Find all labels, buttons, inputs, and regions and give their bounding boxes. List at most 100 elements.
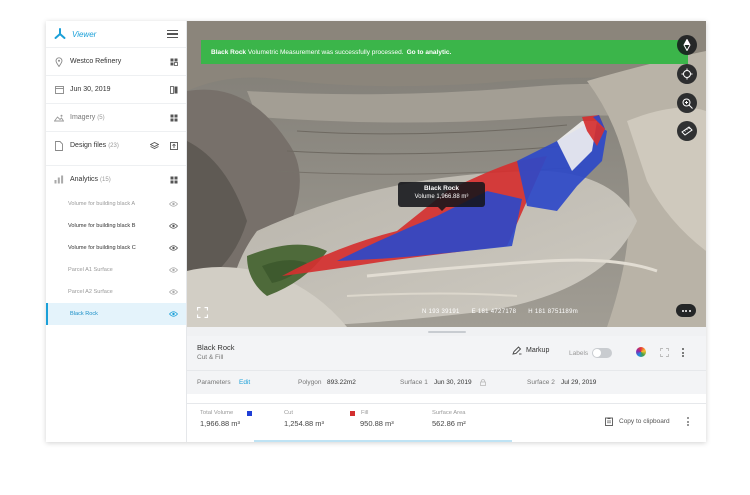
labels-toggle[interactable]: [592, 348, 613, 358]
stat-fill: Fill 950.88 m³: [350, 410, 394, 428]
pin-icon: [54, 56, 64, 67]
copy-to-clipboard-button[interactable]: Copy to clipboard: [605, 417, 670, 426]
eye-icon[interactable]: [169, 223, 178, 229]
stat-value: 562.86 m²: [432, 419, 466, 428]
coord-e: E 181 4727178: [471, 309, 517, 315]
map-viewport[interactable]: Black Rock Volumetric Measurement was su…: [187, 21, 706, 327]
stat-value: 950.88 m³: [360, 419, 394, 428]
copy-label: Copy to clipboard: [619, 418, 670, 425]
eye-icon[interactable]: [169, 267, 178, 273]
measure-button[interactable]: [677, 121, 697, 141]
stat-value: 1,254.88 m³: [284, 419, 325, 428]
menu-icon[interactable]: [167, 30, 178, 38]
lock-icon: [480, 379, 486, 386]
locate-button[interactable]: [677, 64, 697, 84]
grid-icon[interactable]: [169, 175, 178, 184]
parameters-row: Parameters Edit Polygon 893.22m2 Surface…: [187, 370, 706, 394]
app-title: Viewer: [72, 29, 97, 39]
panel-header: Black Rock Cut & Fill Markup Labels: [187, 336, 706, 370]
tooltip-volume: Volume 1,966.88 m³: [414, 194, 469, 200]
chart-icon: [54, 175, 64, 185]
panel-title: Black Rock: [197, 343, 235, 352]
expand-icon[interactable]: [660, 348, 669, 357]
stat-label: Cut: [284, 410, 294, 416]
labels-label: Labels: [569, 349, 589, 357]
color-palette-icon[interactable]: [636, 347, 646, 357]
analytics-item-label: Volume for building black A: [68, 201, 136, 207]
panel-subtitle: Cut & Fill: [197, 354, 224, 361]
upload-icon[interactable]: [169, 141, 178, 150]
edit-parameters-link[interactable]: Edit: [239, 379, 250, 386]
fullscreen-icon[interactable]: [197, 307, 208, 318]
sidebar-item-analytics[interactable]: Analytics (15): [46, 165, 186, 193]
sidebar-item-site[interactable]: Westco Refinery: [46, 47, 186, 75]
markup-button[interactable]: Markup: [512, 346, 549, 355]
analytics-item[interactable]: Volume for building black B: [46, 215, 186, 237]
sidebar-item-label: Analytics (15): [70, 176, 111, 183]
sidebar-item-label: Jun 30, 2019: [70, 86, 111, 93]
stat-label: Total Volume: [200, 410, 234, 416]
calendar-icon: [54, 85, 64, 95]
coord-n: N 193 39191: [422, 309, 460, 315]
coord-h: H 181 8751189m: [528, 309, 579, 315]
analytics-item[interactable]: Parcel A1 Surface: [46, 259, 186, 281]
grid-icon[interactable]: [169, 57, 178, 66]
eye-icon[interactable]: [169, 311, 178, 317]
stats-menu-icon[interactable]: [687, 417, 689, 426]
grid-icon[interactable]: [169, 113, 178, 122]
eye-icon[interactable]: [169, 201, 178, 207]
image-icon: [54, 113, 64, 123]
zoom-in-icon: [682, 98, 693, 109]
sidebar-header: Viewer: [46, 21, 186, 47]
success-banner: Black Rock Volumetric Measurement was su…: [201, 40, 688, 64]
item-count: (15): [100, 177, 111, 183]
stat-cut: Cut 1,254.88 m³: [284, 410, 324, 428]
sidebar: Viewer Westco Refinery Jun 30, 2019 Imag…: [46, 21, 187, 442]
more-options-button[interactable]: [676, 304, 696, 317]
stat-total-volume: Total Volume 1,966.88 m³: [200, 410, 253, 428]
go-to-analytic-link[interactable]: Go to analytic.: [407, 49, 452, 56]
coordinates-readout: N 193 39191 E 181 4727178 H 181 8751189m: [422, 309, 588, 315]
analytics-item-label: Parcel A2 Surface: [68, 289, 113, 295]
eye-icon[interactable]: [169, 289, 178, 295]
viewer-logo-icon: [54, 28, 66, 39]
cut-swatch: [247, 410, 253, 416]
crosshair-icon: [681, 68, 693, 80]
analytics-item-active[interactable]: Black Rock: [46, 303, 186, 325]
compass-button[interactable]: [677, 35, 697, 55]
surface2-label: Surface 2: [527, 379, 555, 386]
analytics-item-label: Volume for building black B: [68, 223, 136, 229]
scroll-indicator: [254, 440, 512, 442]
tooltip-title: Black Rock: [423, 185, 460, 192]
layers-icon[interactable]: [150, 141, 159, 150]
app-window: Viewer Westco Refinery Jun 30, 2019 Imag…: [46, 21, 706, 442]
labels-toggle-group: Labels: [569, 348, 613, 358]
panel-menu-icon[interactable]: [682, 348, 684, 357]
analytics-item[interactable]: Volume for building black C: [46, 237, 186, 259]
sidebar-item-design-files[interactable]: Design files (23): [46, 131, 186, 159]
pen-icon: [512, 346, 522, 355]
panel-drag-handle[interactable]: [187, 327, 706, 336]
polygon-label: Polygon: [298, 379, 322, 386]
banner-message: Volumetric Measurement was successfully …: [247, 48, 404, 56]
stat-label: Surface Area: [432, 410, 466, 416]
stat-value: 1,966.88 m³: [200, 419, 241, 428]
sidebar-item-label: Design files (23): [70, 142, 119, 149]
stat-surface-area: Surface Area 562.86 m²: [432, 410, 466, 428]
ruler-icon: [681, 126, 693, 136]
sidebar-item-label: Westco Refinery: [70, 58, 122, 65]
analytics-item-label: Black Rock: [70, 311, 98, 317]
eye-icon[interactable]: [169, 245, 178, 251]
compare-icon[interactable]: [169, 85, 178, 94]
sidebar-item-imagery[interactable]: Imagery (5): [46, 103, 186, 131]
sidebar-item-date[interactable]: Jun 30, 2019: [46, 75, 186, 103]
analytics-item-label: Parcel A1 Surface: [68, 267, 113, 273]
item-count: (5): [97, 115, 105, 121]
analytics-item[interactable]: Parcel A2 Surface: [46, 281, 186, 303]
analytics-item[interactable]: Volume for building black A: [46, 193, 186, 215]
markup-label: Markup: [526, 347, 550, 354]
sidebar-item-label: Imagery (5): [70, 114, 105, 121]
zoom-button[interactable]: [677, 93, 697, 113]
terrain-image: [187, 21, 706, 327]
stats-row: Total Volume 1,966.88 m³ Cut 1,254.88 m³…: [187, 403, 706, 442]
